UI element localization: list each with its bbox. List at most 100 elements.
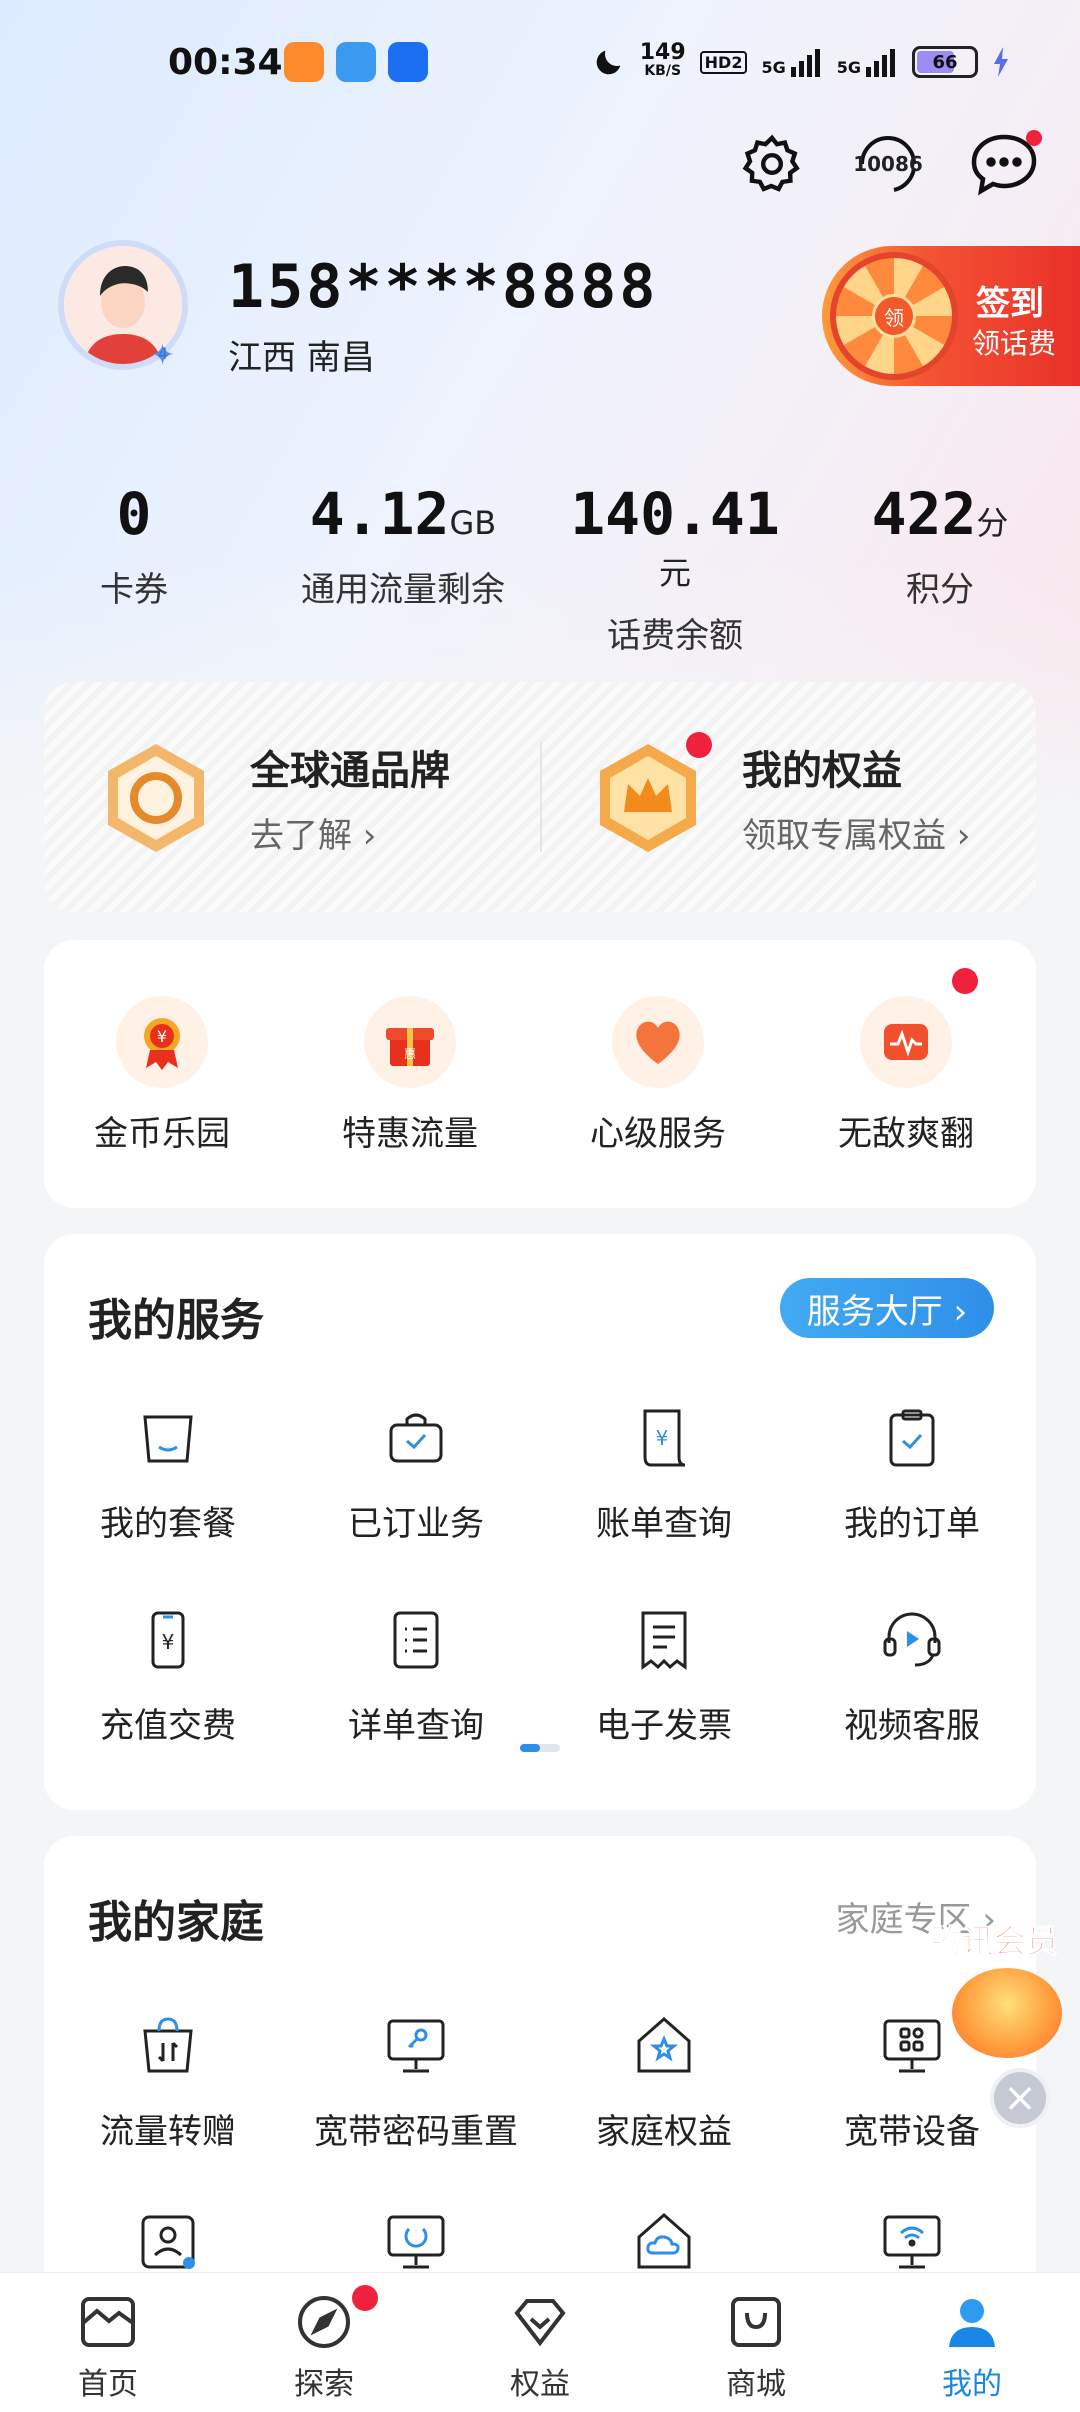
phone-yuan-icon: ¥ <box>128 1600 208 1680</box>
quick-item-data-deals[interactable]: 惠 特惠流量 <box>310 996 510 1155</box>
family-title: 我的家庭 <box>88 1897 264 1948</box>
fox-app-icon <box>284 42 324 82</box>
signin-banner[interactable]: 领 签到 领话费 <box>822 246 1080 386</box>
messages-button[interactable] <box>968 128 1042 200</box>
tab-label: 首页 <box>78 2367 138 2402</box>
crown-badge-icon <box>590 731 712 856</box>
service-label: 我的套餐 <box>100 1504 236 1544</box>
svg-text:¥: ¥ <box>656 1426 669 1450</box>
brand-divider <box>540 742 542 852</box>
service-subscribed[interactable]: 已订业务 <box>306 1398 526 1545</box>
svg-text:惠: 惠 <box>404 1047 416 1061</box>
data-transfer-icon <box>128 2006 208 2086</box>
family-item-cloud[interactable] <box>554 2202 774 2282</box>
family-item-wifi[interactable] <box>802 2202 1022 2282</box>
quick-item-label: 金币乐园 <box>94 1114 230 1154</box>
tab-home[interactable]: 首页 <box>48 2291 168 2403</box>
stat-label: 积分 <box>906 570 974 610</box>
tab-benefits[interactable]: 权益 <box>480 2291 600 2403</box>
service-recharge[interactable]: ¥ 充值交费 <box>58 1600 278 1747</box>
close-promo-button[interactable]: × <box>990 2068 1050 2128</box>
family-item-monitor[interactable] <box>306 2202 526 2282</box>
monitor-key-icon <box>376 2006 456 2086</box>
service-my-orders[interactable]: 我的订单 <box>802 1398 1022 1545</box>
service-label: 电子发票 <box>596 1706 732 1746</box>
quick-item-label: 心级服务 <box>590 1114 726 1154</box>
headset-video-icon <box>872 1600 952 1680</box>
monitor-power-icon <box>376 2202 456 2282</box>
service-label: 详单查询 <box>348 1706 484 1746</box>
location: 江西 南昌 <box>228 338 375 378</box>
net-speed-value: 149 <box>639 40 686 65</box>
service-video-support[interactable]: 视频客服 <box>802 1600 1022 1747</box>
settings-button[interactable] <box>736 128 808 200</box>
stat-unit: 元 <box>658 554 691 592</box>
quick-item-coins[interactable]: ¥ 金币乐园 <box>62 996 262 1155</box>
family-item-account[interactable] <box>58 2202 278 2282</box>
home-cloud-icon <box>624 2202 704 2282</box>
global-brand-link[interactable]: 全球通品牌 去了解 › <box>98 738 450 857</box>
moon-app-icon <box>388 42 428 82</box>
service-my-plan[interactable]: 我的套餐 <box>58 1398 278 1545</box>
family-data-gift[interactable]: 流量转赠 <box>58 2006 278 2153</box>
quick-item-label: 特惠流量 <box>342 1114 478 1154</box>
service-label: 我的订单 <box>844 1504 980 1544</box>
tab-label: 探索 <box>294 2367 354 2402</box>
stat-label: 话费余额 <box>607 616 743 656</box>
explore-badge <box>352 2285 378 2311</box>
service-detail-query[interactable]: 详单查询 <box>306 1600 526 1747</box>
family-label: 宽带设备 <box>844 2112 980 2152</box>
signal-1: 5G <box>761 47 822 77</box>
svg-text:¥: ¥ <box>162 1630 175 1654</box>
page-indicator-active <box>520 1744 540 1752</box>
stat-coupons[interactable]: 0 卡券 <box>74 480 194 611</box>
benefits-badge <box>686 731 712 758</box>
tab-me[interactable]: 我的 <box>912 2291 1032 2403</box>
family-label: 宽带密码重置 <box>314 2112 518 2152</box>
service-label: 已订业务 <box>348 1504 484 1544</box>
service-label: 充值交费 <box>100 1706 236 1746</box>
my-benefits-link[interactable]: 我的权益 领取专属权益 › <box>590 731 970 857</box>
status-time: 00:34 <box>168 42 283 83</box>
service-e-invoice[interactable]: 电子发票 <box>554 1600 774 1747</box>
briefcase-check-icon <box>376 1398 456 1478</box>
tab-explore[interactable]: 探索 <box>264 2285 384 2403</box>
hotline-button[interactable]: 10086 <box>852 128 924 200</box>
stat-label: 通用流量剩余 <box>301 570 505 610</box>
brand-card: 全球通品牌 去了解 › 我的权益 领取专属权益 › <box>44 682 1036 912</box>
tab-mall[interactable]: 商城 <box>696 2291 816 2403</box>
service-hall-button[interactable]: 服务大厅 › <box>780 1278 994 1338</box>
quick-entries-card: ¥ 金币乐园 惠 特惠流量 心级服务 无敌爽翻 <box>44 940 1036 1208</box>
stat-value: 422 <box>871 480 977 548</box>
service-label: 账单查询 <box>596 1504 732 1544</box>
stat-value: 4.12 <box>309 480 450 548</box>
stat-data-remaining[interactable]: 4.12GB 通用流量剩余 <box>288 480 518 611</box>
net-speed: 149 KB/S <box>639 40 686 80</box>
signin-title: 签到 <box>976 284 1044 324</box>
prize-wheel-icon: 领 <box>830 252 958 380</box>
tencent-vip-promo[interactable]: 腾讯会员 <box>929 1916 1080 2066</box>
clipboard-check-icon <box>872 1398 952 1478</box>
level-number: 4 <box>158 344 169 363</box>
service-label: 视频客服 <box>844 1706 980 1746</box>
bill-icon: ¥ <box>624 1398 704 1478</box>
hd-badge: HD2 <box>699 50 748 74</box>
tencent-promo-title: 腾讯会员 <box>929 1922 1059 1961</box>
family-broadband-password[interactable]: 宽带密码重置 <box>306 2006 526 2153</box>
quick-item-heart-service[interactable]: 心级服务 <box>558 996 758 1155</box>
monitor-wifi-icon <box>872 2202 952 2282</box>
unlimited-badge <box>952 968 978 994</box>
heart-icon <box>612 996 704 1088</box>
header-actions: 10086 <box>736 128 1042 200</box>
stat-points[interactable]: 422分 积分 <box>860 480 1020 611</box>
signal-1-label: 5G <box>761 58 786 77</box>
quick-item-unlimited[interactable]: 无敌爽翻 <box>806 968 1006 1155</box>
service-bill-query[interactable]: ¥ 账单查询 <box>554 1398 774 1545</box>
receipt-icon <box>624 1600 704 1680</box>
stat-balance[interactable]: 140.41 元 话费余额 <box>560 480 790 657</box>
battery-indicator: 66 <box>912 46 978 78</box>
family-label: 家庭权益 <box>596 2112 732 2152</box>
wave-card-icon <box>860 996 952 1088</box>
family-benefits[interactable]: 家庭权益 <box>554 2006 774 2153</box>
home-tab-icon <box>77 2291 139 2353</box>
